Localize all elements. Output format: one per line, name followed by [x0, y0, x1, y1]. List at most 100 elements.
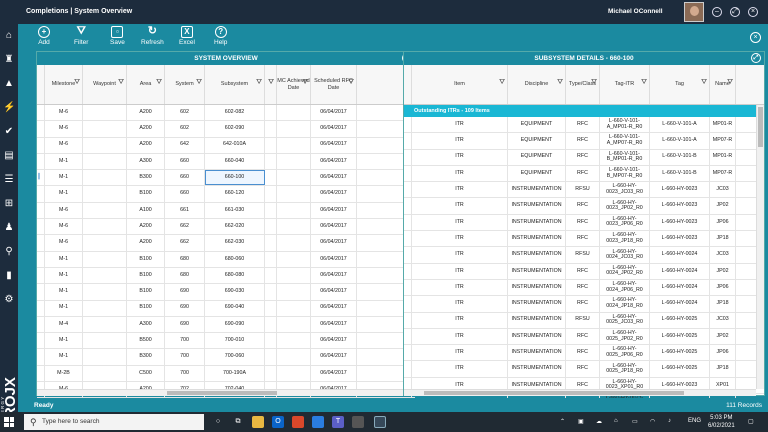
table-cell[interactable]: 680-060	[205, 251, 265, 267]
table-cell[interactable]: ITR	[412, 296, 508, 312]
search-circle-icon[interactable]: ○	[212, 416, 224, 428]
table-cell[interactable]: B300	[127, 170, 165, 186]
table-cell[interactable]: 06/04/2017	[311, 349, 357, 365]
table-cell[interactable]: L-660-HY-0024_JP02_R0	[600, 263, 650, 279]
table-cell[interactable]: 660-100	[205, 170, 265, 186]
table-cell[interactable]: L-660-HY-0025	[650, 312, 710, 328]
table-cell[interactable]: ITR	[412, 328, 508, 345]
filter-icon[interactable]: ⛛	[557, 79, 563, 87]
table-cell[interactable]	[265, 235, 277, 251]
table-cell[interactable]	[277, 153, 311, 170]
table-cell[interactable]: 06/04/2017	[311, 267, 357, 284]
table-cell[interactable]	[265, 300, 277, 316]
horizontal-scrollbar[interactable]	[404, 389, 756, 396]
table-cell[interactable]: 661-030	[205, 202, 265, 219]
table-cell[interactable]: L-660-HY-0025_JP18_R0	[600, 361, 650, 377]
table-cell[interactable]: RFC	[566, 263, 600, 279]
row-indicator[interactable]	[404, 279, 412, 296]
table-cell[interactable]: 700-060	[205, 349, 265, 365]
filter-button[interactable]: ⛛ Filter	[74, 26, 88, 47]
column-header[interactable]: Tag ⛛	[650, 65, 710, 104]
table-cell[interactable]	[83, 202, 127, 219]
table-cell[interactable]: L-660-HY-0024	[650, 296, 710, 312]
row-indicator[interactable]	[404, 328, 412, 345]
row-indicator[interactable]	[404, 247, 412, 263]
row-indicator[interactable]	[404, 149, 412, 165]
row-indicator[interactable]	[404, 263, 412, 279]
table-cell[interactable]: L-660-HY-0025_JP06_R0	[600, 345, 650, 361]
table-cell[interactable]: L-660-HY-0023_JP06_R0	[600, 214, 650, 231]
table-cell[interactable]: RFC	[566, 214, 600, 231]
table-cell[interactable]: 662	[165, 235, 205, 251]
table-cell[interactable]: L-660-HY-0023_JC03_R0	[600, 182, 650, 198]
restore-icon[interactable]: ⤢	[730, 7, 740, 17]
table-cell[interactable]: ITR	[412, 117, 508, 133]
table-cell[interactable]: 690-090	[205, 316, 265, 333]
notification-icon[interactable]: ▢	[748, 418, 754, 425]
table-cell[interactable]: 06/04/2017	[311, 170, 357, 186]
lightning-icon[interactable]: ⚡	[3, 102, 15, 114]
table-cell[interactable]: 660	[165, 170, 205, 186]
table-cell[interactable]	[265, 137, 277, 153]
table-cell[interactable]: JP06	[710, 214, 736, 231]
table-cell[interactable]	[277, 267, 311, 284]
table-row[interactable]: M-1 A300 660 660-040 06/04/2017	[37, 153, 415, 171]
table-cell[interactable]: B300	[127, 349, 165, 365]
table-cell[interactable]: M-1	[45, 284, 83, 300]
row-indicator[interactable]	[37, 316, 45, 333]
table-cell[interactable]	[277, 251, 311, 267]
table-cell[interactable]: 690	[165, 284, 205, 300]
table-cell[interactable]: INSTRUMENTATION	[508, 361, 566, 377]
table-cell[interactable]	[277, 235, 311, 251]
table-cell[interactable]: 06/04/2017	[311, 300, 357, 316]
table-cell[interactable]	[265, 284, 277, 300]
table-cell[interactable]: L-660-HY-0023_JP02_R0	[600, 198, 650, 214]
table-cell[interactable]	[265, 121, 277, 137]
table-cell[interactable]: EQUIPMENT	[508, 117, 566, 133]
row-indicator[interactable]	[37, 267, 45, 284]
table-cell[interactable]: B100	[127, 251, 165, 267]
table-cell[interactable]: INSTRUMENTATION	[508, 198, 566, 214]
column-header[interactable]: Milestone ⛛	[45, 65, 83, 104]
scroll-thumb[interactable]	[424, 391, 684, 395]
row-indicator[interactable]	[404, 198, 412, 214]
table-cell[interactable]: INSTRUMENTATION	[508, 328, 566, 345]
tray-battery-icon[interactable]: ▭	[632, 418, 638, 425]
table-cell[interactable]: 06/04/2017	[311, 153, 357, 170]
table-cell[interactable]	[83, 284, 127, 300]
table-cell[interactable]: JP02	[710, 263, 736, 279]
table-cell[interactable]: JP18	[710, 296, 736, 312]
table-cell[interactable]: JP02	[710, 198, 736, 214]
table-cell[interactable]: INSTRUMENTATION	[508, 263, 566, 279]
table-cell[interactable]: L-660-HY-0025_JC03_R0	[600, 312, 650, 328]
table-row[interactable]: M-2B C500 700 700-190A 06/04/2017	[37, 365, 415, 383]
column-header[interactable]: Name ⛛	[710, 65, 736, 104]
table-cell[interactable]: L-660-HY-0025	[650, 328, 710, 345]
table-row[interactable]: ITR INSTRUMENTATION RFC L-660-HY-0025_JP18_…	[404, 361, 764, 378]
row-indicator[interactable]	[404, 214, 412, 231]
filter-icon[interactable]: ⛛	[348, 79, 354, 87]
table-cell[interactable]	[277, 219, 311, 235]
table-cell[interactable]: ITR	[412, 263, 508, 279]
table-cell[interactable]: EQUIPMENT	[508, 133, 566, 149]
table-cell[interactable]: 700	[165, 365, 205, 382]
table-cell[interactable]: RFC	[566, 279, 600, 296]
excel-button[interactable]: X Excel	[179, 26, 195, 46]
table-cell[interactable]: 06/04/2017	[311, 316, 357, 333]
edge-icon[interactable]	[312, 416, 324, 428]
table-row[interactable]: ITR INSTRUMENTATION RFC L-660-HY-0025_JP06_…	[404, 345, 764, 362]
table-row[interactable]: ITR INSTRUMENTATION RFSU L-660-HY-0023_JC03…	[404, 182, 764, 199]
table-row[interactable]: ITR INSTRUMENTATION RFC L-660-HY-0023_JP06_…	[404, 214, 764, 232]
table-row[interactable]: M-1 B100 680 680-080 06/04/2017	[37, 267, 415, 285]
table-cell[interactable]: 700	[165, 333, 205, 349]
table-cell[interactable]: L-660-HY-0024_JC03_R0	[600, 247, 650, 263]
table-cell[interactable]	[265, 170, 277, 186]
table-cell[interactable]: L-660-V-101-A	[650, 133, 710, 149]
close-panel-icon[interactable]: ×	[750, 32, 761, 43]
row-indicator[interactable]	[37, 235, 45, 251]
scroll-thumb[interactable]	[758, 107, 763, 147]
table-cell[interactable]: MP01-R	[710, 117, 736, 133]
table-cell[interactable]: L-660-HY-0024	[650, 279, 710, 296]
table-cell[interactable]: L-660-HY-0025_JP02_R0	[600, 328, 650, 345]
table-cell[interactable]	[277, 349, 311, 365]
